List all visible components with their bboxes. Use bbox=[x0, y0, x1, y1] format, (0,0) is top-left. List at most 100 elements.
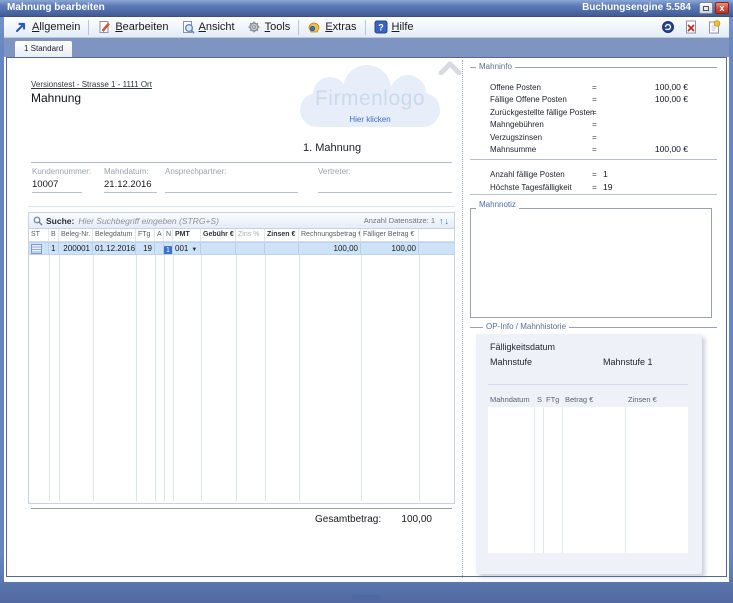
col-header-filler bbox=[419, 229, 454, 241]
field-underline bbox=[318, 192, 452, 193]
mahninfo-stat-value: 19 bbox=[603, 182, 612, 192]
collapse-chevron-icon[interactable] bbox=[438, 60, 462, 75]
menu-hilfe[interactable]: ? Hilfe bbox=[368, 18, 420, 37]
equals-sign: = bbox=[592, 120, 597, 129]
window-title: Mahnung bearbeiten bbox=[7, 0, 105, 16]
resize-grip[interactable] bbox=[352, 595, 380, 600]
mahninfo-row-value: 100,00 € bbox=[618, 144, 688, 154]
cell-faelliger-betrag: 100,00 bbox=[361, 243, 419, 254]
col-header-pmt[interactable]: PMT bbox=[173, 229, 201, 241]
menu-tools[interactable]: Tools bbox=[241, 18, 297, 37]
col-header-a[interactable]: A bbox=[155, 229, 164, 241]
col-header-n[interactable]: N bbox=[164, 229, 173, 241]
mahninfo-row-label: Mahnsumme bbox=[490, 145, 536, 154]
col-header-zinsen[interactable]: Zinsen € bbox=[265, 229, 299, 241]
dunning-level-heading: 1. Mahnung bbox=[303, 142, 361, 154]
search-label: Suche: bbox=[46, 216, 74, 226]
search-input[interactable] bbox=[78, 216, 363, 226]
discard-record-icon[interactable] bbox=[684, 20, 698, 34]
field-label-kundennummer: Kundennummer: bbox=[32, 167, 91, 176]
extras-gem-icon bbox=[307, 20, 321, 34]
cell-zinsen bbox=[265, 243, 299, 254]
logo-click-hint-link[interactable]: Hier klicken bbox=[295, 115, 445, 124]
field-underline bbox=[165, 192, 298, 193]
divider bbox=[488, 384, 688, 385]
mahninfo-group-title: Mahninfo bbox=[476, 62, 515, 71]
op-info-panel: Fälligkeitsdatum Mahnstufe Mahnstufe 1 M… bbox=[476, 334, 702, 574]
mahninfo-row-label: Mahngebühren bbox=[490, 120, 544, 129]
gear-icon bbox=[247, 20, 261, 34]
arrow-up-right-icon bbox=[14, 20, 28, 34]
history-col-mahndatum[interactable]: Mahndatum bbox=[490, 395, 530, 404]
field-label-vertreter: Vertreter: bbox=[318, 167, 351, 176]
cell-b: 1 bbox=[49, 243, 59, 254]
document-type-title: Mahnung bbox=[31, 91, 81, 105]
form-page: Versionstest - Strasse 1 - 1111 Ort Mahn… bbox=[6, 57, 727, 577]
field-value-mahndatum[interactable]: 21.12.2016 bbox=[104, 179, 152, 190]
col-header-beleg-nr[interactable]: Beleg-Nr. bbox=[59, 229, 93, 241]
toolbar-separator bbox=[365, 20, 366, 35]
toolbar-separator bbox=[298, 20, 299, 35]
total-value: 100,00 bbox=[370, 514, 432, 525]
minimize-button[interactable] bbox=[699, 2, 713, 14]
tab-standard[interactable]: 1 Standard bbox=[14, 40, 73, 57]
toolbar-right-icons bbox=[661, 20, 725, 34]
mahninfo-row-value: 100,00 € bbox=[618, 82, 688, 92]
mahninfo-stat-label: Höchste Tagesfälligkeit bbox=[490, 183, 572, 192]
col-header-ftg[interactable]: FTg bbox=[136, 229, 155, 241]
mahninfo-row-label: Fällige Offene Posten bbox=[490, 95, 567, 104]
faelligkeitsdatum-label: Fälligkeitsdatum bbox=[490, 342, 555, 352]
mahnnotiz-box bbox=[470, 208, 712, 318]
cell-pmt[interactable]: 001▼ bbox=[173, 243, 201, 254]
cell-ftg: 19 bbox=[136, 243, 155, 254]
table-empty-area[interactable] bbox=[29, 255, 454, 503]
history-col-zinsen[interactable]: Zinsen € bbox=[628, 395, 657, 404]
dropdown-icon[interactable]: ▼ bbox=[191, 247, 197, 253]
table-search-bar: Suche: Anzahl Datensätze: 1 ↑↓ bbox=[29, 213, 454, 229]
mahnstufe-label: Mahnstufe bbox=[490, 357, 532, 367]
edit-document-icon bbox=[97, 20, 111, 34]
field-value-kundennummer[interactable]: 10007 bbox=[32, 179, 58, 190]
table-row[interactable]: 1 200001 01.12.2016 19 1 001▼ 100,00 100… bbox=[29, 242, 454, 255]
sender-address-line[interactable]: Versionstest - Strasse 1 - 1111 Ort bbox=[31, 80, 152, 89]
client-area: Allgemein Bearbeiten Ansicht Tools Extra… bbox=[4, 17, 729, 582]
panel-separator bbox=[462, 60, 463, 578]
history-col-s[interactable]: S bbox=[537, 395, 542, 404]
mahnstufe-value: Mahnstufe 1 bbox=[603, 357, 653, 367]
menu-bearbeiten[interactable]: Bearbeiten bbox=[91, 18, 174, 37]
open-items-table: Suche: Anzahl Datensätze: 1 ↑↓ ST B Bele… bbox=[28, 212, 455, 504]
field-label-mahndatum: Mahndatum: bbox=[104, 167, 148, 176]
divider bbox=[31, 162, 452, 163]
app-version: Buchungsengine 5.584 bbox=[582, 0, 691, 16]
mahninfo-row-value: 100,00 € bbox=[618, 94, 688, 104]
col-header-st[interactable]: ST bbox=[29, 229, 49, 241]
col-header-gebuehr[interactable]: Gebühr € bbox=[201, 229, 236, 241]
cell-zins-pct bbox=[236, 243, 265, 254]
row-detail-grid-icon[interactable] bbox=[31, 244, 42, 254]
close-button[interactable]: x bbox=[715, 2, 729, 14]
menu-allgemein[interactable]: Allgemein bbox=[8, 18, 86, 37]
help-icon: ? bbox=[374, 20, 388, 34]
mahninfo-stat-label: Anzahl fällige Posten bbox=[490, 170, 565, 179]
col-header-b[interactable]: B bbox=[49, 229, 59, 241]
col-header-faelliger-betrag[interactable]: Fälliger Betrag € bbox=[361, 229, 419, 241]
cell-beleg-nr: 200001 bbox=[59, 243, 93, 254]
mahninfo-row-label: Zurückgestellte fällige Posten bbox=[490, 108, 595, 117]
history-col-betrag[interactable]: Betrag € bbox=[565, 395, 593, 404]
equals-sign: = bbox=[592, 95, 597, 104]
history-table-body[interactable] bbox=[488, 407, 688, 553]
new-record-icon[interactable] bbox=[707, 20, 721, 34]
mahnnotiz-textarea[interactable] bbox=[471, 209, 711, 317]
history-col-ftg[interactable]: FTg bbox=[546, 395, 559, 404]
titlebar: Mahnung bearbeiten Buchungsengine 5.584 … bbox=[0, 0, 733, 17]
col-header-belegdatum[interactable]: Belegdatum bbox=[93, 229, 136, 241]
search-icon bbox=[33, 216, 43, 226]
col-header-zins-pct[interactable]: Zins % bbox=[236, 229, 265, 241]
row-down-icon[interactable]: ↓ bbox=[445, 216, 451, 226]
menu-ansicht[interactable]: Ansicht bbox=[175, 18, 241, 37]
field-underline bbox=[104, 192, 157, 193]
col-header-rechnungsbetrag[interactable]: Rechnungsbetrag € bbox=[299, 229, 361, 241]
company-logo-placeholder[interactable]: Firmenlogo Hier klicken bbox=[295, 63, 445, 138]
menu-extras[interactable]: Extras bbox=[301, 18, 362, 37]
refresh-icon[interactable] bbox=[661, 20, 675, 34]
